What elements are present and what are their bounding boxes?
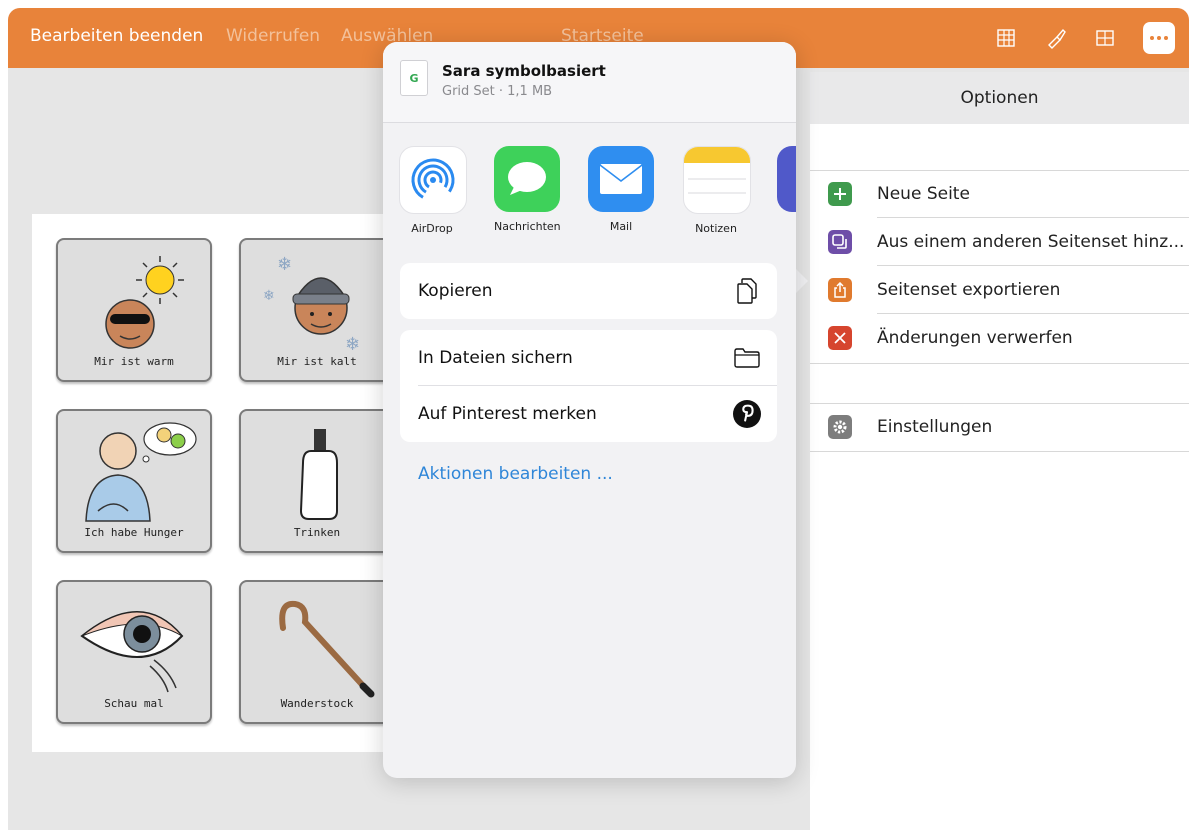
options-panel: Optionen Neue Seite Aus einem anderen Se… xyxy=(810,72,1189,830)
edit-actions-link[interactable]: Aktionen bearbeiten ... xyxy=(418,464,613,484)
popover-arrow xyxy=(794,267,808,295)
options-header: Optionen xyxy=(810,72,1189,124)
divider xyxy=(810,451,1189,452)
share-header: G Sara symbolbasiert Grid Set · 1,1 MB xyxy=(383,42,796,123)
mail-icon xyxy=(588,146,654,212)
cell-label: Mir ist warm xyxy=(94,355,174,368)
teams-icon xyxy=(777,146,796,212)
app-messages[interactable]: Nachrichten xyxy=(494,146,561,233)
folder-icon xyxy=(733,344,761,372)
action-label: Kopieren xyxy=(418,281,493,301)
copy-action[interactable]: Kopieren xyxy=(400,263,777,319)
airdrop-icon xyxy=(399,146,467,214)
undo-button[interactable]: Widerrufen xyxy=(226,26,320,46)
grid-cell-cold[interactable]: ❄ ❄ ❄ Mir ist kalt xyxy=(239,238,395,382)
option-label: Einstellungen xyxy=(877,417,993,437)
action-group-save: In Dateien sichern Auf Pinterest merken xyxy=(400,330,777,442)
table-icon[interactable] xyxy=(1089,22,1121,54)
save-to-files-action[interactable]: In Dateien sichern xyxy=(400,330,777,386)
cell-label: Wanderstock xyxy=(280,697,354,710)
pinterest-icon xyxy=(733,400,761,428)
close-icon xyxy=(828,326,852,350)
grid-cell-warm[interactable]: Mir ist warm xyxy=(56,238,212,382)
options-title: Optionen xyxy=(960,88,1039,108)
action-label: In Dateien sichern xyxy=(418,348,573,368)
grid-cell-look[interactable]: Schau mal xyxy=(56,580,212,724)
grid-cell-drink[interactable]: Trinken xyxy=(239,409,395,553)
option-label: Neue Seite xyxy=(877,184,970,204)
app-teams[interactable]: T xyxy=(777,146,796,233)
notes-icon xyxy=(683,146,751,214)
svg-text:❄: ❄ xyxy=(277,254,292,275)
pinterest-action[interactable]: Auf Pinterest merken xyxy=(400,386,777,442)
cell-label: Ich habe Hunger xyxy=(84,526,184,539)
app-mail[interactable]: Mail xyxy=(588,146,654,233)
option-discard-changes[interactable]: Änderungen verwerfen xyxy=(810,314,1189,362)
export-icon xyxy=(828,278,852,302)
svg-text:❄: ❄ xyxy=(345,334,360,355)
paintbrush-icon[interactable] xyxy=(1040,22,1072,54)
app-label: AirDrop xyxy=(411,222,453,235)
copy-icon xyxy=(733,277,761,305)
end-edit-button[interactable]: Bearbeiten beenden xyxy=(30,26,203,46)
app-label: Mail xyxy=(609,220,633,233)
file-meta: Grid Set · 1,1 MB xyxy=(442,84,553,99)
action-label: Auf Pinterest merken xyxy=(418,404,597,424)
share-sheet: G Sara symbolbasiert Grid Set · 1,1 MB A… xyxy=(383,42,796,778)
divider xyxy=(810,363,1189,364)
option-label: Änderungen verwerfen xyxy=(877,328,1073,348)
action-group-copy: Kopieren xyxy=(400,263,777,319)
cell-label: Schau mal xyxy=(104,697,164,710)
cell-label: Mir ist kalt xyxy=(277,355,357,368)
app-airdrop[interactable]: AirDrop xyxy=(399,146,467,235)
app-label: Notizen xyxy=(695,222,737,235)
grid-cell-hungry[interactable]: Ich habe Hunger xyxy=(56,409,212,553)
grid-cell-cane[interactable]: Wanderstock xyxy=(239,580,395,724)
file-name: Sara symbolbasiert xyxy=(442,62,606,80)
gear-icon xyxy=(828,415,852,439)
grid-layout-icon[interactable] xyxy=(990,22,1022,54)
svg-text:❄: ❄ xyxy=(263,288,275,304)
app-label: T xyxy=(777,220,796,233)
option-export-set[interactable]: Seitenset exportieren xyxy=(810,266,1189,314)
more-button[interactable] xyxy=(1143,22,1175,54)
messages-icon xyxy=(494,146,560,212)
option-add-from-set[interactable]: Aus einem anderen Seitenset hinz... xyxy=(810,218,1189,266)
option-settings[interactable]: Einstellungen xyxy=(810,403,1189,451)
option-label: Seitenset exportieren xyxy=(877,280,1061,300)
symbol-grid: Mir ist warm ❄ ❄ ❄ Mir ist kalt Ich habe… xyxy=(32,214,412,752)
app-label: Nachrichten xyxy=(494,220,561,233)
option-label: Aus einem anderen Seitenset hinz... xyxy=(877,232,1185,252)
pages-icon xyxy=(828,230,852,254)
cell-label: Trinken xyxy=(293,526,341,539)
plus-icon xyxy=(828,182,852,206)
file-icon: G xyxy=(400,60,428,96)
app-notes[interactable]: Notizen xyxy=(683,146,751,235)
option-new-page[interactable]: Neue Seite xyxy=(810,170,1189,218)
